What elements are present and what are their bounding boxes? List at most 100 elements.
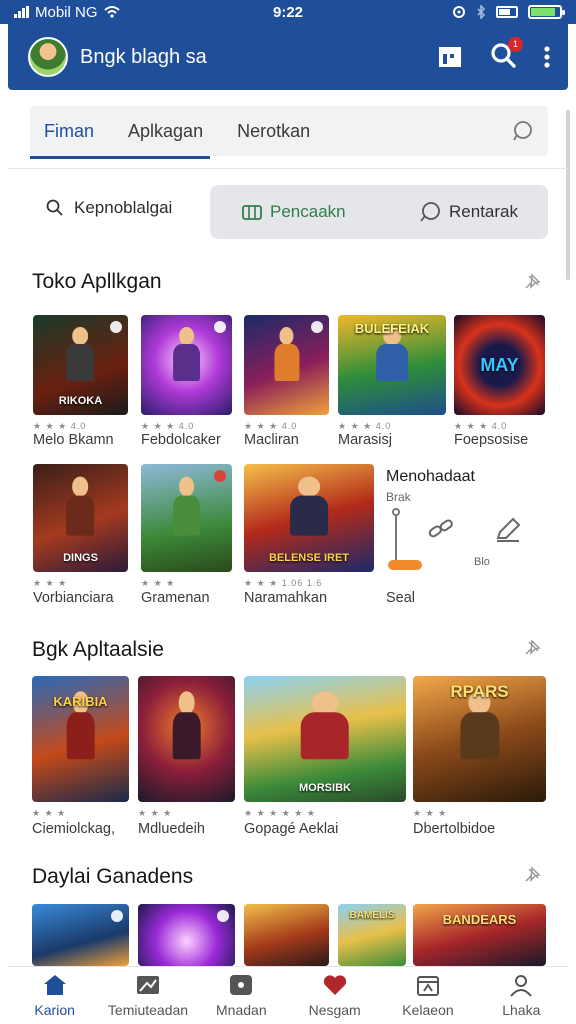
app-tile[interactable]: BULEFEIAK bbox=[338, 315, 446, 415]
app-cover-title: MORSIBK bbox=[299, 782, 351, 794]
nav-label: Kelaeon bbox=[402, 1002, 454, 1018]
nav-label: Nesgam bbox=[308, 1002, 361, 1018]
app-tile[interactable] bbox=[244, 315, 329, 415]
active-tab-indicator bbox=[30, 156, 210, 159]
home-icon bbox=[43, 975, 66, 995]
avatar[interactable] bbox=[28, 37, 68, 77]
section-title: Daylai Ganadens bbox=[32, 865, 194, 888]
nav-item-lhaka[interactable]: Lhaka bbox=[475, 967, 568, 1024]
filter-secondary-button[interactable]: Rentarak bbox=[419, 201, 518, 223]
filter-primary-label: Pencaakn bbox=[270, 202, 346, 221]
app-tile[interactable]: RPARS bbox=[413, 676, 546, 802]
section-title: Bgk Apltaalsie bbox=[32, 638, 164, 661]
signal-icon bbox=[14, 6, 29, 18]
store-icon[interactable] bbox=[438, 46, 462, 68]
app-tile[interactable] bbox=[138, 676, 235, 802]
app-name[interactable]: Gopagé Aeklai bbox=[244, 821, 338, 837]
more-menu-icon[interactable] bbox=[544, 46, 550, 68]
app-tile[interactable]: BELENSE IRET bbox=[244, 464, 374, 572]
app-name[interactable]: Marasisj bbox=[338, 432, 392, 448]
app-cover-title: BULEFEIAK bbox=[354, 321, 430, 336]
tab-aplkagan[interactable]: Aplkagan bbox=[128, 121, 203, 142]
app-tile[interactable]: BAMELIS bbox=[338, 904, 406, 966]
slider-track bbox=[395, 516, 397, 562]
app-name[interactable]: Macliran bbox=[244, 432, 299, 448]
nav-item-mnadan[interactable]: Mnadan bbox=[195, 967, 288, 1024]
nav-item-nesgam[interactable]: Nesgam bbox=[288, 967, 381, 1024]
calendar-icon bbox=[416, 976, 439, 996]
panel-value: Blo bbox=[474, 556, 490, 568]
notification-badge: 1 bbox=[508, 36, 523, 52]
nav-label: Temiuteadan bbox=[107, 1002, 189, 1018]
link-icon[interactable] bbox=[426, 516, 456, 544]
search-button[interactable]: 1 bbox=[490, 36, 523, 73]
app-name[interactable]: Melo Bkamn bbox=[33, 432, 114, 448]
badge-icon bbox=[214, 470, 226, 482]
pin-icon[interactable] bbox=[522, 638, 542, 658]
app-name[interactable]: Ciemiolckag, bbox=[32, 821, 115, 837]
rating-meta: ★ ★ ★ bbox=[413, 808, 448, 818]
app-tile[interactable] bbox=[141, 464, 232, 572]
slider-tag bbox=[388, 560, 422, 570]
volume-slider[interactable] bbox=[388, 508, 422, 570]
nav-item-temiuteadan[interactable]: Temiuteadan bbox=[101, 967, 194, 1024]
nav-item-kelaeon[interactable]: Kelaeon bbox=[381, 967, 474, 1024]
rating-meta: ★ ★ ★ bbox=[32, 808, 67, 818]
filter-primary-button[interactable]: Pencaakn bbox=[242, 202, 346, 222]
panel-title: Menohadaat bbox=[386, 468, 475, 485]
app-tile[interactable] bbox=[138, 904, 235, 966]
search-icon bbox=[46, 199, 63, 216]
rating-meta: ★ ★ ★ ★ ★ ★ bbox=[244, 808, 316, 818]
comment-icon bbox=[420, 202, 440, 222]
filter-secondary-label: Rentarak bbox=[449, 202, 518, 221]
nav-item-karion[interactable]: Karion bbox=[8, 967, 101, 1024]
app-name[interactable]: Febdolcaker bbox=[141, 432, 221, 448]
app-cover-title: MAY bbox=[480, 355, 519, 375]
pin-icon[interactable] bbox=[522, 272, 542, 292]
tab-fiman[interactable]: Fiman bbox=[44, 121, 94, 142]
info-icon bbox=[214, 321, 226, 333]
filter-pill: Pencaakn Rentarak bbox=[210, 185, 548, 239]
bluetooth-icon bbox=[477, 5, 486, 19]
app-name[interactable]: Naramahkan bbox=[244, 590, 327, 606]
image-icon bbox=[136, 976, 159, 994]
app-tile[interactable] bbox=[32, 904, 129, 966]
app-tile[interactable]: MORSIBK bbox=[244, 676, 406, 802]
info-icon bbox=[111, 910, 123, 922]
app-name[interactable]: Foepsosise bbox=[454, 432, 528, 448]
chat-icon[interactable] bbox=[512, 120, 534, 142]
tab-bar: Fiman Aplkagan Nerotkan bbox=[30, 106, 548, 159]
carrier-name: Mobil NG bbox=[35, 3, 98, 21]
nav-label: Mnadan bbox=[216, 1002, 267, 1018]
scrollbar[interactable] bbox=[566, 110, 570, 280]
divider bbox=[8, 168, 568, 169]
slider-knob[interactable] bbox=[392, 508, 400, 516]
nav-label: Lhaka bbox=[502, 1002, 541, 1018]
app-tile[interactable]: MAY bbox=[454, 315, 545, 415]
app-tile[interactable] bbox=[141, 315, 232, 415]
tab-nerotkan[interactable]: Nerotkan bbox=[237, 121, 310, 142]
shop-icon bbox=[242, 205, 262, 220]
app-name[interactable]: Gramenan bbox=[141, 590, 210, 606]
app-tile[interactable]: RIKOKA bbox=[33, 315, 128, 415]
rating-meta: ★ ★ ★ bbox=[138, 808, 173, 818]
app-name[interactable]: Vorbianciara bbox=[33, 590, 114, 606]
app-cover-title: BAMELIS bbox=[349, 910, 395, 921]
app-tile[interactable]: DINGS bbox=[33, 464, 128, 572]
app-tile[interactable] bbox=[244, 904, 329, 966]
pin-icon[interactable] bbox=[522, 865, 542, 885]
info-icon bbox=[217, 910, 229, 922]
rating-meta: ★ ★ ★ 4.0 bbox=[141, 421, 195, 431]
filter-search[interactable]: Kepnoblalgai bbox=[46, 198, 172, 218]
app-tile[interactable]: BANDEARS bbox=[413, 904, 546, 966]
person-icon bbox=[510, 975, 533, 997]
rating-meta: ★ ★ ★ 4.0 bbox=[338, 421, 392, 431]
app-name[interactable]: Dbertolbidoe bbox=[413, 821, 495, 837]
app-cover-title: DINGS bbox=[63, 552, 98, 564]
bottom-nav: Karion Temiuteadan Mnadan Nesgam Kelaeon… bbox=[8, 966, 568, 1024]
app-tile[interactable]: KARIBIA bbox=[32, 676, 129, 802]
filter-search-label: Kepnoblalgai bbox=[74, 198, 173, 217]
app-name[interactable]: Mdluedeih bbox=[138, 821, 205, 837]
edit-icon[interactable] bbox=[494, 516, 522, 544]
app-title: Bngk blagh sa bbox=[80, 45, 207, 68]
